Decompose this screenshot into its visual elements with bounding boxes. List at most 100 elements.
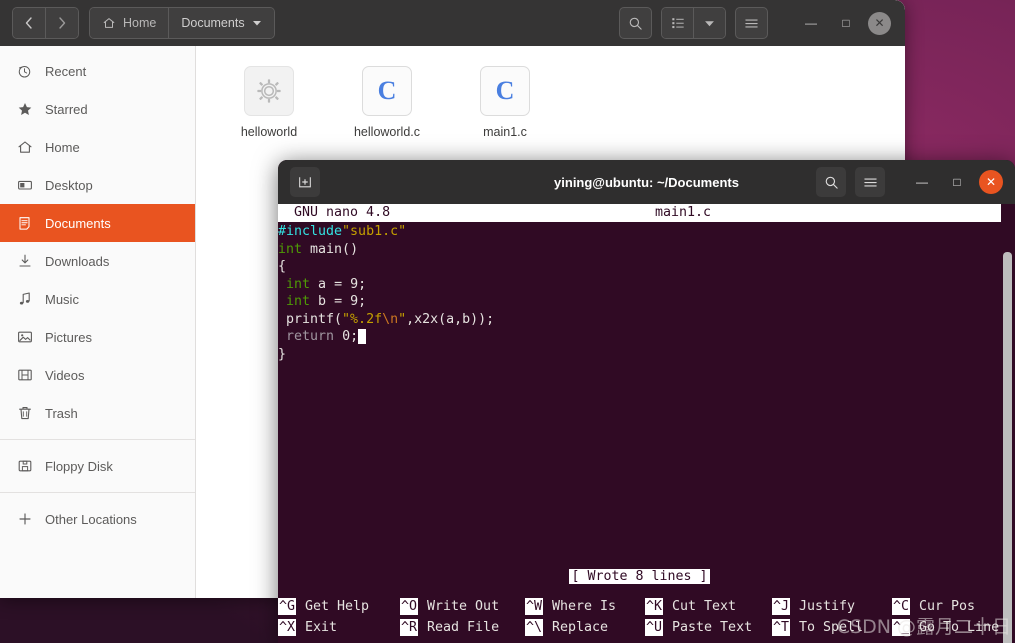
files-maximize-button[interactable]: □ bbox=[833, 10, 859, 36]
nano-shortcut-key: ^\ bbox=[525, 618, 544, 637]
document-icon bbox=[16, 215, 33, 232]
file-item-label: main1.c bbox=[483, 125, 527, 139]
terminal-screen[interactable]: GNU nano 4.8 main1.c #include"sub1.c" int… bbox=[278, 204, 1015, 643]
sidebar-item-home[interactable]: Home bbox=[0, 128, 195, 166]
nano-version-label: GNU nano 4.8 bbox=[278, 205, 391, 220]
nano-shortcut-label: Get Help bbox=[297, 598, 370, 614]
nano-shortcut-key: ^O bbox=[400, 597, 419, 616]
nano-shortcut[interactable]: ^J Justify bbox=[772, 597, 892, 616]
sidebar-item-floppy-disk[interactable]: Floppy Disk bbox=[0, 447, 195, 485]
hamburger-menu-icon bbox=[745, 18, 758, 28]
nano-shortcut[interactable]: ^_ Go To Line bbox=[892, 618, 1000, 637]
nano-code-line: { bbox=[278, 258, 1015, 276]
sidebar-item-desktop[interactable]: Desktop bbox=[0, 166, 195, 204]
sidebar-item-videos[interactable]: Videos bbox=[0, 356, 195, 394]
nano-editor-content[interactable]: #include"sub1.c" int main(){ int a = 9; i… bbox=[278, 222, 1015, 363]
nano-shortcut-label: Read File bbox=[419, 619, 500, 635]
sidebar-item-label: Desktop bbox=[45, 177, 93, 193]
nano-shortcut-label: Cut Text bbox=[664, 598, 737, 614]
sidebar-item-recent[interactable]: Recent bbox=[0, 52, 195, 90]
search-button[interactable] bbox=[619, 7, 652, 39]
terminal-close-button[interactable]: ✕ bbox=[979, 170, 1003, 194]
nano-shortcut-label: Cur Pos bbox=[911, 598, 976, 614]
nano-shortcut[interactable]: ^G Get Help bbox=[278, 597, 400, 616]
file-item-helloworld[interactable]: helloworld bbox=[210, 60, 328, 140]
chevron-right-icon bbox=[59, 17, 66, 29]
image-icon bbox=[16, 329, 33, 346]
nano-shortcut-key: ^_ bbox=[892, 618, 911, 637]
sidebar-item-documents[interactable]: Documents bbox=[0, 204, 195, 242]
search-icon bbox=[629, 17, 642, 30]
nano-shortcut-key: ^U bbox=[645, 618, 664, 637]
terminal-search-button[interactable] bbox=[816, 167, 846, 197]
files-minimize-label: — bbox=[805, 16, 817, 30]
home-icon bbox=[103, 18, 115, 28]
sidebar-item-downloads[interactable]: Downloads bbox=[0, 242, 195, 280]
nano-code-token: "sub1.c" bbox=[342, 224, 407, 239]
back-button[interactable] bbox=[13, 8, 46, 38]
sidebar-item-label: Trash bbox=[45, 405, 78, 421]
nano-shortcut[interactable]: ^X Exit bbox=[278, 618, 400, 637]
file-manager-headerbar: Home Documents — □ ✕ bbox=[0, 0, 905, 46]
nano-shortcut-key: ^K bbox=[645, 597, 664, 616]
nano-code-token: int bbox=[286, 276, 311, 292]
breadcrumb-documents[interactable]: Documents bbox=[168, 8, 274, 38]
nano-shortcut-key: ^J bbox=[772, 597, 791, 616]
files-minimize-button[interactable]: — bbox=[798, 10, 824, 36]
nano-code-line: return 0; bbox=[278, 328, 1015, 346]
list-view-button[interactable] bbox=[662, 8, 694, 38]
nano-code-token: " bbox=[398, 311, 407, 327]
nano-code-token bbox=[278, 329, 286, 344]
nano-shortcut[interactable]: ^W Where Is bbox=[525, 597, 645, 616]
sidebar: Recent Starred Home Desktop Documents Do… bbox=[0, 46, 196, 598]
desktop-icon bbox=[16, 177, 33, 194]
nano-code-token bbox=[278, 277, 286, 292]
nano-shortcut[interactable]: ^T To Spell bbox=[772, 618, 892, 637]
file-item-helloworld-c[interactable]: C helloworld.c bbox=[328, 60, 446, 140]
forward-button[interactable] bbox=[46, 8, 78, 38]
main-menu-button[interactable] bbox=[735, 7, 768, 39]
nano-code-token: 0; bbox=[334, 329, 359, 344]
nano-shortcut[interactable]: ^U Paste Text bbox=[645, 618, 772, 637]
nano-shortcut[interactable]: ^K Cut Text bbox=[645, 597, 772, 616]
terminal-scrollbar[interactable] bbox=[1003, 252, 1012, 643]
c-source-glyph: C bbox=[377, 76, 397, 105]
sidebar-item-pictures[interactable]: Pictures bbox=[0, 318, 195, 356]
terminal-maximize-button[interactable]: □ bbox=[944, 169, 970, 195]
terminal-maximize-label: □ bbox=[953, 175, 961, 189]
sidebar-item-other-locations[interactable]: Other Locations bbox=[0, 500, 195, 538]
download-icon bbox=[16, 253, 33, 270]
nano-code-token: } bbox=[278, 346, 287, 362]
sidebar-item-label: Home bbox=[45, 139, 80, 155]
nano-shortcut-label: Justify bbox=[791, 598, 856, 614]
sidebar-item-trash[interactable]: Trash bbox=[0, 394, 195, 432]
sidebar-item-starred[interactable]: Starred bbox=[0, 90, 195, 128]
hamburger-menu-icon bbox=[863, 177, 877, 187]
sidebar-item-music[interactable]: Music bbox=[0, 280, 195, 318]
nano-shortcut[interactable]: ^R Read File bbox=[400, 618, 525, 637]
terminal-menu-button[interactable] bbox=[855, 167, 885, 197]
nano-filename-label: main1.c bbox=[654, 205, 711, 220]
nano-shortcut[interactable]: ^C Cur Pos bbox=[892, 597, 1000, 616]
nano-code-line: int a = 9; bbox=[278, 276, 1015, 294]
breadcrumb-home[interactable]: Home bbox=[90, 8, 169, 38]
music-note-icon bbox=[16, 291, 33, 308]
new-tab-button[interactable] bbox=[290, 167, 320, 197]
view-options-dropdown[interactable] bbox=[694, 8, 725, 38]
terminal-minimize-button[interactable]: — bbox=[909, 169, 935, 195]
terminal-headerbar: yining@ubuntu: ~/Documents — □ ✕ bbox=[278, 160, 1015, 204]
file-item-main1-c[interactable]: C main1.c bbox=[446, 60, 564, 140]
search-icon bbox=[825, 176, 838, 189]
nano-shortcut[interactable]: ^\ Replace bbox=[525, 618, 645, 637]
files-close-button[interactable]: ✕ bbox=[868, 11, 891, 35]
file-grid: helloworld C helloworld.c C main1.c bbox=[196, 60, 905, 140]
desktop-background: Home Documents — □ ✕ Recent Starred Home… bbox=[0, 0, 1015, 643]
nano-status-message: [ Wrote 8 lines ] bbox=[278, 568, 1001, 586]
navigation-buttons bbox=[12, 7, 79, 39]
nano-shortcut[interactable]: ^O Write Out bbox=[400, 597, 525, 616]
breadcrumb-documents-label: Documents bbox=[181, 16, 245, 30]
sidebar-item-label: Recent bbox=[45, 63, 87, 79]
floppy-disk-icon bbox=[16, 458, 33, 475]
terminal-window: yining@ubuntu: ~/Documents — □ ✕ GNU nan… bbox=[278, 160, 1015, 643]
sidebar-item-label: Documents bbox=[45, 215, 111, 231]
